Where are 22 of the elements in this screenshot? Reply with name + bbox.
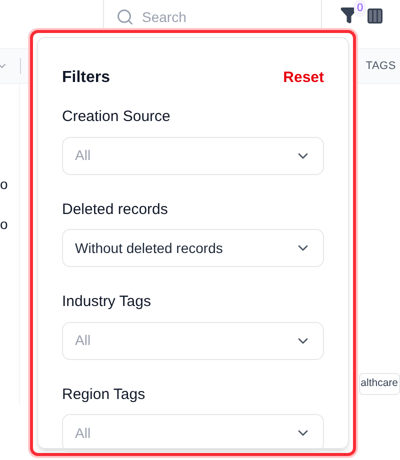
select-field[interactable]: All	[62, 322, 324, 360]
select-input[interactable]: All	[75, 330, 295, 351]
columns-icon[interactable]	[366, 7, 384, 25]
field-label: Creation Source	[62, 107, 172, 127]
field-label: Deleted records	[62, 200, 169, 220]
select-field[interactable]: Without deleted records	[62, 229, 324, 267]
filter-count: 0	[354, 0, 366, 16]
table-cell-text: o	[0, 215, 8, 234]
select-input[interactable]: All	[75, 145, 295, 166]
table-cell-text: o	[0, 175, 8, 194]
select-field[interactable]: All	[62, 136, 324, 174]
popover-title: Filters	[62, 68, 110, 88]
search-icon	[116, 8, 134, 26]
select-field[interactable]: All	[62, 414, 324, 452]
field-label: Industry Tags	[62, 292, 152, 312]
select-input[interactable]: Without deleted records	[75, 238, 295, 258]
column-header: TAGS	[366, 58, 396, 74]
search-input[interactable]: Search	[142, 7, 282, 27]
select-input[interactable]: All	[75, 422, 295, 444]
field-label: Region Tags	[62, 384, 146, 404]
tag-chip: althcare	[358, 373, 400, 395]
reset-link[interactable]: Reset	[283, 66, 324, 90]
